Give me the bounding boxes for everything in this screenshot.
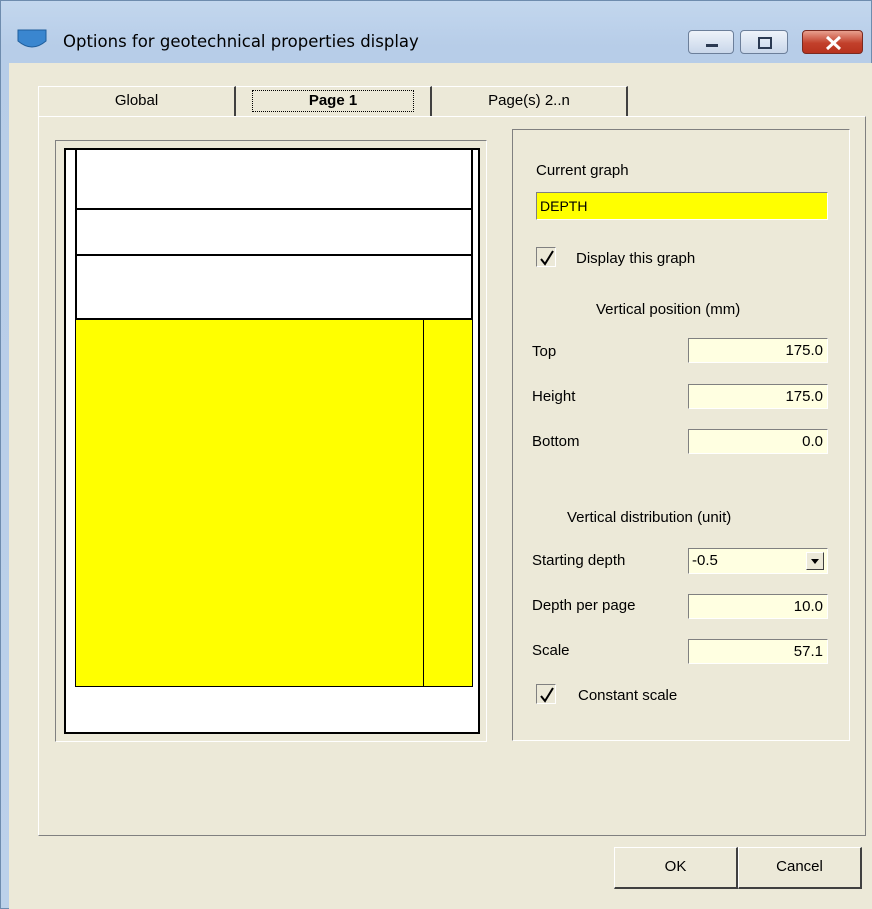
tab-global[interactable]: Global: [38, 86, 236, 116]
header-band-3[interactable]: [75, 256, 473, 320]
ok-button[interactable]: OK: [614, 847, 738, 889]
vertical-position-heading: Vertical position (mm): [596, 301, 741, 318]
tab-global-label: Global: [114, 92, 159, 109]
window-title: Options for geotechnical properties disp…: [63, 32, 419, 51]
page-layout-preview: [64, 148, 480, 734]
bottom-field[interactable]: 0.0: [688, 429, 828, 454]
maximize-button[interactable]: [740, 30, 788, 54]
starting-depth-label: Starting depth: [532, 552, 626, 569]
height-label: Height: [532, 388, 576, 405]
top-field[interactable]: 175.0: [688, 338, 828, 363]
bottom-label: Bottom: [532, 433, 580, 450]
starting-depth-select[interactable]: -0.5: [688, 548, 828, 574]
graph-column-divider: [423, 320, 424, 686]
top-label: Top: [532, 343, 557, 360]
graph-area-depth[interactable]: [75, 320, 473, 687]
title-bar[interactable]: Options for geotechnical properties disp…: [1, 1, 871, 54]
minimize-button[interactable]: [688, 30, 734, 54]
vertical-distribution-heading: Vertical distribution (unit): [567, 509, 732, 526]
checkmark-icon: [540, 687, 554, 703]
display-graph-checkbox[interactable]: [536, 247, 556, 267]
chevron-down-icon[interactable]: [806, 552, 824, 570]
tab-pages-2-n-label: Page(s) 2..n: [488, 92, 570, 109]
display-graph-label: Display this graph: [576, 250, 696, 267]
checkmark-icon: [540, 250, 554, 266]
scale-field[interactable]: 57.1: [688, 639, 828, 664]
constant-scale-label: Constant scale: [578, 687, 678, 704]
constant-scale-checkbox[interactable]: [536, 684, 556, 704]
current-graph-label: Current graph: [536, 162, 629, 179]
tab-page-1-label: Page 1: [251, 90, 415, 112]
depth-per-page-field[interactable]: 10.0: [688, 594, 828, 619]
header-band-1[interactable]: [75, 150, 473, 210]
current-graph-field[interactable]: DEPTH: [536, 192, 828, 220]
height-field[interactable]: 175.0: [688, 384, 828, 409]
app-shield-icon: [17, 29, 47, 51]
starting-depth-value: -0.5: [692, 552, 718, 569]
scale-label: Scale: [532, 642, 570, 659]
tab-pages-2-n[interactable]: Page(s) 2..n: [432, 86, 628, 116]
cancel-button[interactable]: Cancel: [738, 847, 862, 889]
header-band-2[interactable]: [75, 210, 473, 256]
depth-per-page-label: Depth per page: [532, 597, 636, 614]
tab-page-1[interactable]: Page 1: [236, 86, 432, 116]
close-button[interactable]: [802, 30, 863, 54]
